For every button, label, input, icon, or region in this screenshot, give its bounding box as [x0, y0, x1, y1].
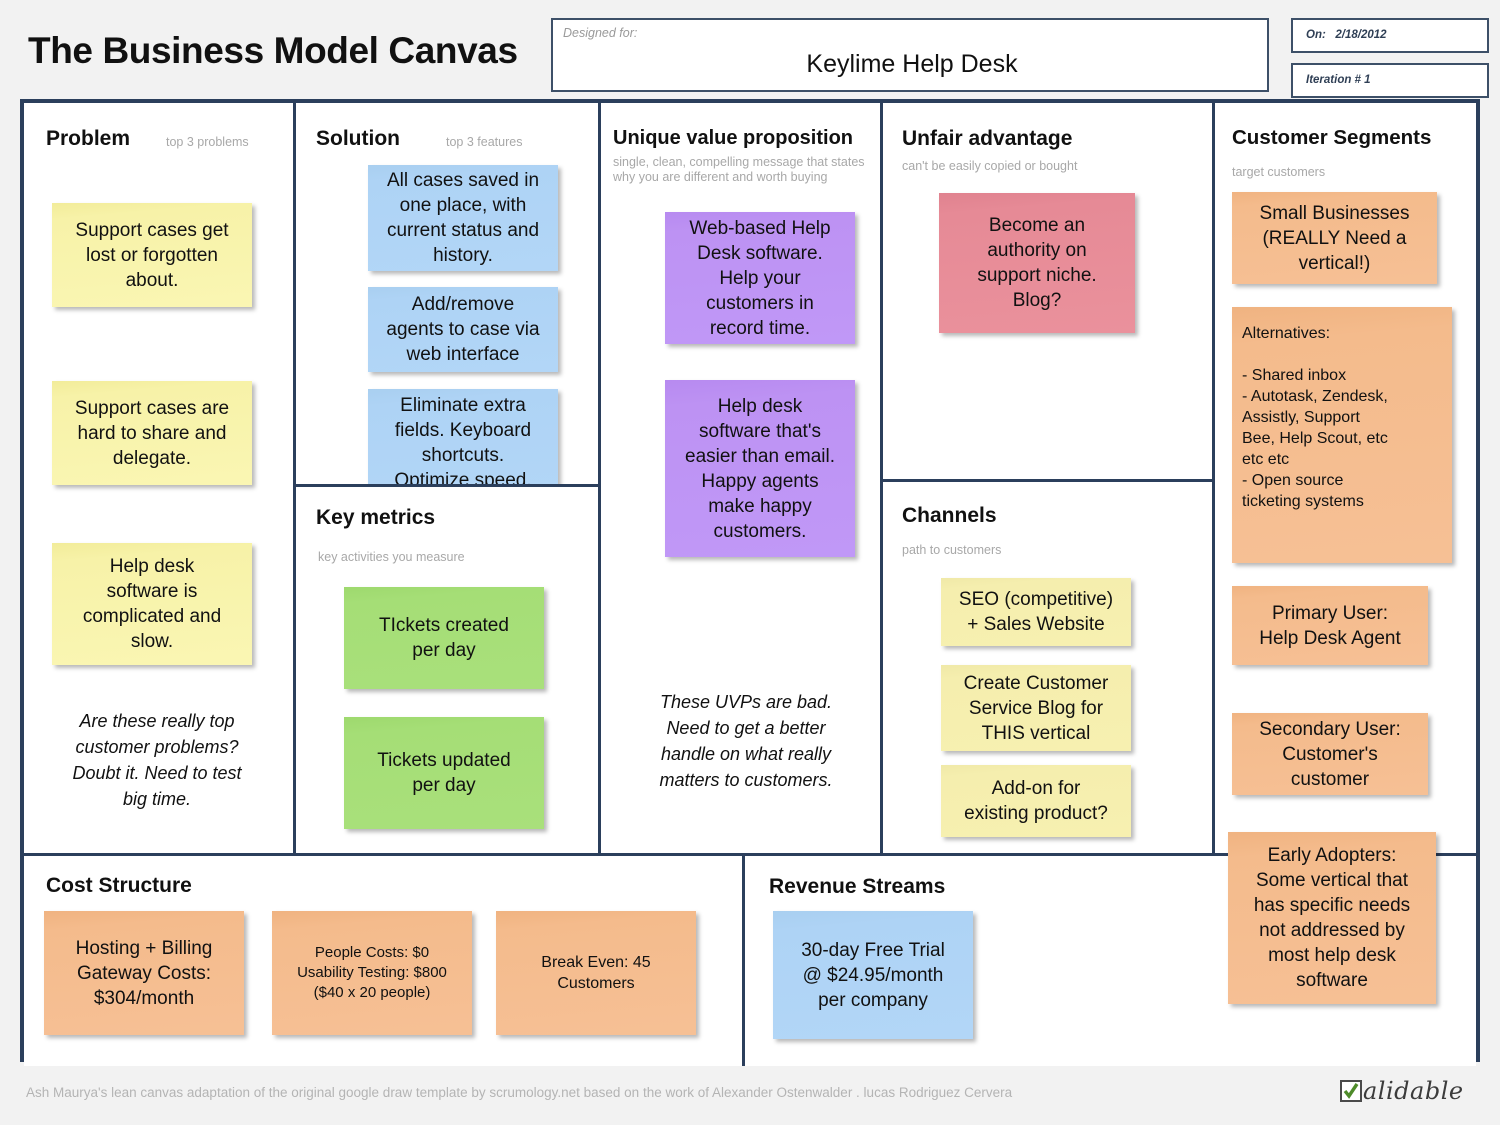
canvas-header: The Business Model Canvas Designed for: …	[0, 0, 1500, 98]
problem-title: Problem	[46, 127, 131, 150]
date-value: 2/18/2012	[1335, 29, 1387, 41]
sticky-note[interactable]: Support cases get lost or forgotten abou…	[52, 203, 252, 307]
date-box[interactable]: On: 2/18/2012	[1291, 18, 1489, 53]
sticky-note[interactable]: Alternatives: - Shared inbox - Autotask,…	[1232, 307, 1452, 563]
solution-subtitle: top 3 features	[446, 135, 523, 149]
sticky-note[interactable]: Add/remove agents to case via web interf…	[368, 287, 558, 372]
sticky-note[interactable]: People Costs: $0 Usability Testing: $800…	[272, 911, 472, 1035]
customer-segments-subtitle: target customers	[1232, 165, 1326, 179]
iteration-box[interactable]: Iteration # 1	[1291, 63, 1489, 98]
sticky-note[interactable]: TIckets created per day	[344, 587, 544, 689]
sticky-note[interactable]: Become an authority on support niche. Bl…	[939, 193, 1135, 333]
page-title: The Business Model Canvas	[28, 30, 518, 71]
block-customer-segments: Customer Segments target customers Small…	[1215, 103, 1476, 853]
sticky-note[interactable]: All cases saved in one place, with curre…	[368, 165, 558, 271]
footer-credit: Ash Maurya's lean canvas adaptation of t…	[26, 1085, 1013, 1100]
validable-logo: alidable	[1340, 1077, 1464, 1105]
sticky-note[interactable]: Tickets updated per day	[344, 717, 544, 829]
block-problem: Problem top 3 problems Support cases get…	[24, 103, 293, 853]
block-solution: Solution top 3 features All cases saved …	[296, 103, 598, 484]
revenue-streams-title: Revenue Streams	[769, 875, 946, 898]
sticky-note[interactable]: Early Adopters: Some vertical that has s…	[1228, 832, 1436, 1004]
uvp-annotation: These UVPs are bad. Need to get a better…	[659, 692, 833, 790]
iteration-value: 1	[1364, 74, 1371, 86]
sticky-note[interactable]: Help desk software is complicated and sl…	[52, 543, 252, 665]
sticky-note[interactable]: 30-day Free Trial @ $24.95/month per com…	[773, 911, 973, 1039]
sticky-note[interactable]: Support cases are hard to share and dele…	[52, 381, 252, 485]
sticky-note[interactable]: Web-based Help Desk software. Help your …	[665, 212, 855, 344]
unfair-advantage-subtitle: can't be easily copied or bought	[902, 159, 1078, 173]
designed-for-box[interactable]: Designed for: Keylime Help Desk	[551, 18, 1269, 92]
designed-for-value: Keylime Help Desk	[806, 50, 1018, 78]
customer-segments-title: Customer Segments	[1232, 126, 1432, 149]
cost-structure-title: Cost Structure	[46, 874, 192, 897]
business-model-canvas-page: The Business Model Canvas Designed for: …	[0, 0, 1500, 1125]
block-unfair-advantage: Unfair advantage can't be easily copied …	[883, 103, 1212, 479]
block-cost-structure: Cost Structure Hosting + Billing Gateway…	[24, 856, 742, 1066]
iteration-label: Iteration #	[1306, 74, 1361, 86]
iteration-text: Iteration # 1	[1306, 74, 1371, 86]
sticky-note[interactable]: Hosting + Billing Gateway Costs: $304/mo…	[44, 911, 244, 1035]
problem-subtitle: top 3 problems	[166, 135, 249, 149]
logo-wordmark: alidable	[1363, 1077, 1464, 1105]
sticky-note[interactable]: Small Businesses (REALLY Need a vertical…	[1232, 192, 1437, 284]
problem-annotation: Are these really top customer problems? …	[72, 711, 242, 809]
block-unique-value-proposition: Unique value proposition single, clean, …	[601, 103, 880, 853]
key-metrics-title: Key metrics	[316, 506, 436, 529]
sticky-note[interactable]: Help desk software that's easier than em…	[665, 380, 855, 557]
sticky-note[interactable]: Secondary User: Customer's customer	[1232, 713, 1428, 795]
sticky-note[interactable]: Create Customer Service Blog for THIS ve…	[941, 665, 1131, 751]
sticky-note[interactable]: Add-on for existing product?	[941, 765, 1131, 837]
sticky-note[interactable]: Primary User: Help Desk Agent	[1232, 586, 1428, 665]
channels-subtitle: path to customers	[902, 543, 1002, 557]
date-text: On: 2/18/2012	[1306, 29, 1387, 41]
sticky-note[interactable]: SEO (competitive) + Sales Website	[941, 578, 1131, 646]
checkmark-icon	[1340, 1080, 1362, 1102]
key-metrics-subtitle: key activities you measure	[318, 550, 465, 564]
unfair-advantage-title: Unfair advantage	[902, 127, 1073, 150]
channels-title: Channels	[902, 504, 997, 527]
uvp-subtitle: single, clean, compelling message that s…	[613, 155, 865, 184]
designed-for-label: Designed for:	[563, 26, 638, 40]
block-key-metrics: Key metrics key activities you measure T…	[296, 487, 598, 853]
block-channels: Channels path to customers SEO (competit…	[883, 482, 1212, 853]
sticky-note[interactable]: Eliminate extra fields. Keyboard shortcu…	[368, 389, 558, 484]
uvp-title: Unique value proposition	[613, 127, 854, 149]
date-label: On:	[1306, 29, 1326, 41]
sticky-note[interactable]: Break Even: 45 Customers	[496, 911, 696, 1035]
solution-title: Solution	[316, 127, 400, 150]
